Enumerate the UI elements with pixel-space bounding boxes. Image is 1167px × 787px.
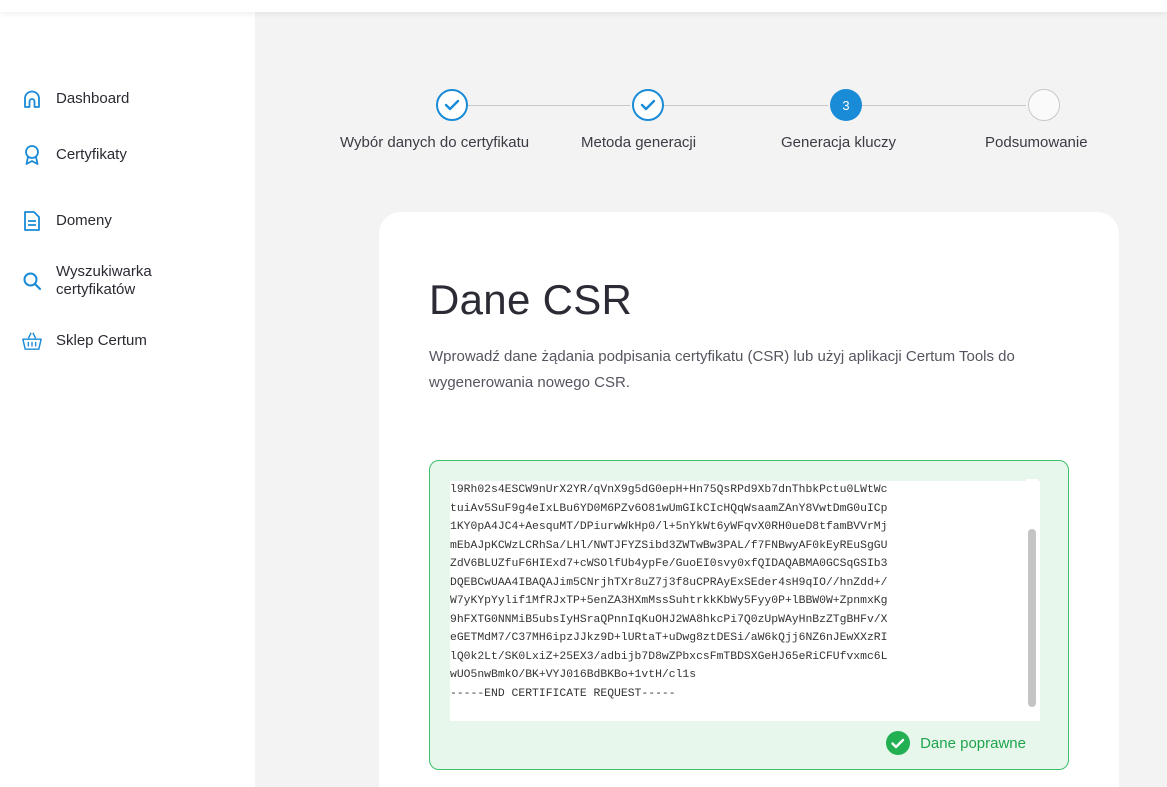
check-icon: [640, 99, 656, 111]
step-label: Generacja kluczy: [781, 134, 897, 151]
document-icon: [22, 210, 42, 232]
step-connector: [662, 105, 828, 106]
csr-line: wUO5nwBmkO/BK+VYJ016BdBKBo+1vtH/cl1s: [450, 669, 697, 681]
sidebar-item-label: Domeny: [56, 212, 112, 229]
badge-icon: [22, 144, 42, 166]
page-description: Wprowadź dane żądania podpisania certyfi…: [429, 348, 1015, 391]
csr-textarea[interactable]: l9Rh02s4ESCW9nUrX2YR/qVnX9g5dG0epH+Hn75Q…: [450, 481, 1040, 721]
home-icon: [22, 88, 42, 110]
csr-line: -----END CERTIFICATE REQUEST-----: [450, 687, 676, 700]
sidebar-item-wyszukiwarka[interactable]: Wyszukiwarka certyfikatów: [22, 263, 196, 299]
sidebar: Dashboard Certyfikaty Domeny Wyszukiwark…: [0, 0, 255, 787]
step-label: Metoda generacji: [581, 134, 697, 151]
check-icon: [444, 99, 460, 111]
step-label: Podsumowanie: [985, 134, 1088, 151]
csr-line: ZdV6BLUZfuF6HIExd7+cWSOlfUb4ypFe/GuoEI0s…: [450, 558, 888, 570]
csr-card: Dane CSR Wprowadź dane żądania podpisani…: [379, 212, 1119, 787]
search-icon: [22, 270, 42, 292]
step-label: Wybór danych do certyfikatu: [340, 134, 530, 151]
sidebar-item-sklep[interactable]: Sklep Certum: [22, 330, 147, 352]
step-1-done-indicator: [436, 89, 468, 121]
basket-icon: [22, 330, 42, 352]
stepper: 3 Wybór danych do certyfikatu Metoda gen…: [255, 0, 1167, 170]
csr-line: DQEBCwUAA4IBAQAJim5CNrjhTXr8uZ7j3f8uCPRA…: [450, 576, 888, 589]
check-circle-icon: [886, 731, 911, 755]
step-3-active-indicator: 3: [830, 89, 862, 121]
sidebar-item-certyfikaty[interactable]: Certyfikaty: [22, 144, 127, 166]
sidebar-item-dashboard[interactable]: Dashboard: [22, 88, 129, 110]
sidebar-item-label: Certyfikaty: [56, 146, 127, 163]
csr-field-container: l9Rh02s4ESCW9nUrX2YR/qVnX9g5dG0epH+Hn75Q…: [429, 460, 1069, 770]
top-bar: [0, 0, 1167, 12]
validation-status: Dane poprawne: [886, 731, 1026, 755]
csr-line: W7yKYpYylif1MfRJxTP+5enZA3HXmMssSuhtrkkK…: [450, 595, 888, 607]
csr-line: mEbAJpKCWzLCRhSa/LHl/NWTJFYZSibd3ZWTwBw3…: [450, 539, 888, 552]
main-content: 3 Wybór danych do certyfikatu Metoda gen…: [255, 0, 1167, 787]
csr-line: l9Rh02s4ESCW9nUrX2YR/qVnX9g5dG0epH+Hn75Q…: [450, 484, 888, 496]
step-connector: [468, 105, 630, 106]
csr-line: lQ0k2Lt/SK0LxiZ+25EX3/adbijb7D8wZPbxcsFm…: [450, 650, 888, 663]
step-connector: [860, 105, 1026, 106]
csr-line: tuiAv5SuF9g4eIxLBu6YD0M6PZv6O81wUmGIkCIc…: [450, 502, 888, 515]
csr-line: 9hFXTG0NNMiB5ubsIyHSraQPnnIqKuOHJ2WA8hkc…: [450, 613, 888, 626]
validation-label: Dane poprawne: [920, 734, 1026, 752]
step-4-todo-indicator: [1028, 89, 1060, 121]
step-2-done-indicator: [632, 89, 664, 121]
scrollbar-thumb[interactable]: [1028, 529, 1036, 707]
sidebar-item-label: Sklep Certum: [56, 332, 147, 349]
csr-line: eGETMdM7/C37MH6ipzJJkz9D+lURtaT+uDwg8ztD…: [450, 632, 888, 644]
csr-line: 1KY0pA4JC4+AesquMT/DPiurwWkHp0/l+5nYkWt6…: [450, 521, 888, 533]
page-title: Dane CSR: [429, 276, 633, 323]
sidebar-item-label: Wyszukiwarka certyfikatów: [56, 263, 152, 298]
sidebar-item-label: Dashboard: [56, 90, 130, 107]
sidebar-item-domeny[interactable]: Domeny: [22, 210, 112, 232]
